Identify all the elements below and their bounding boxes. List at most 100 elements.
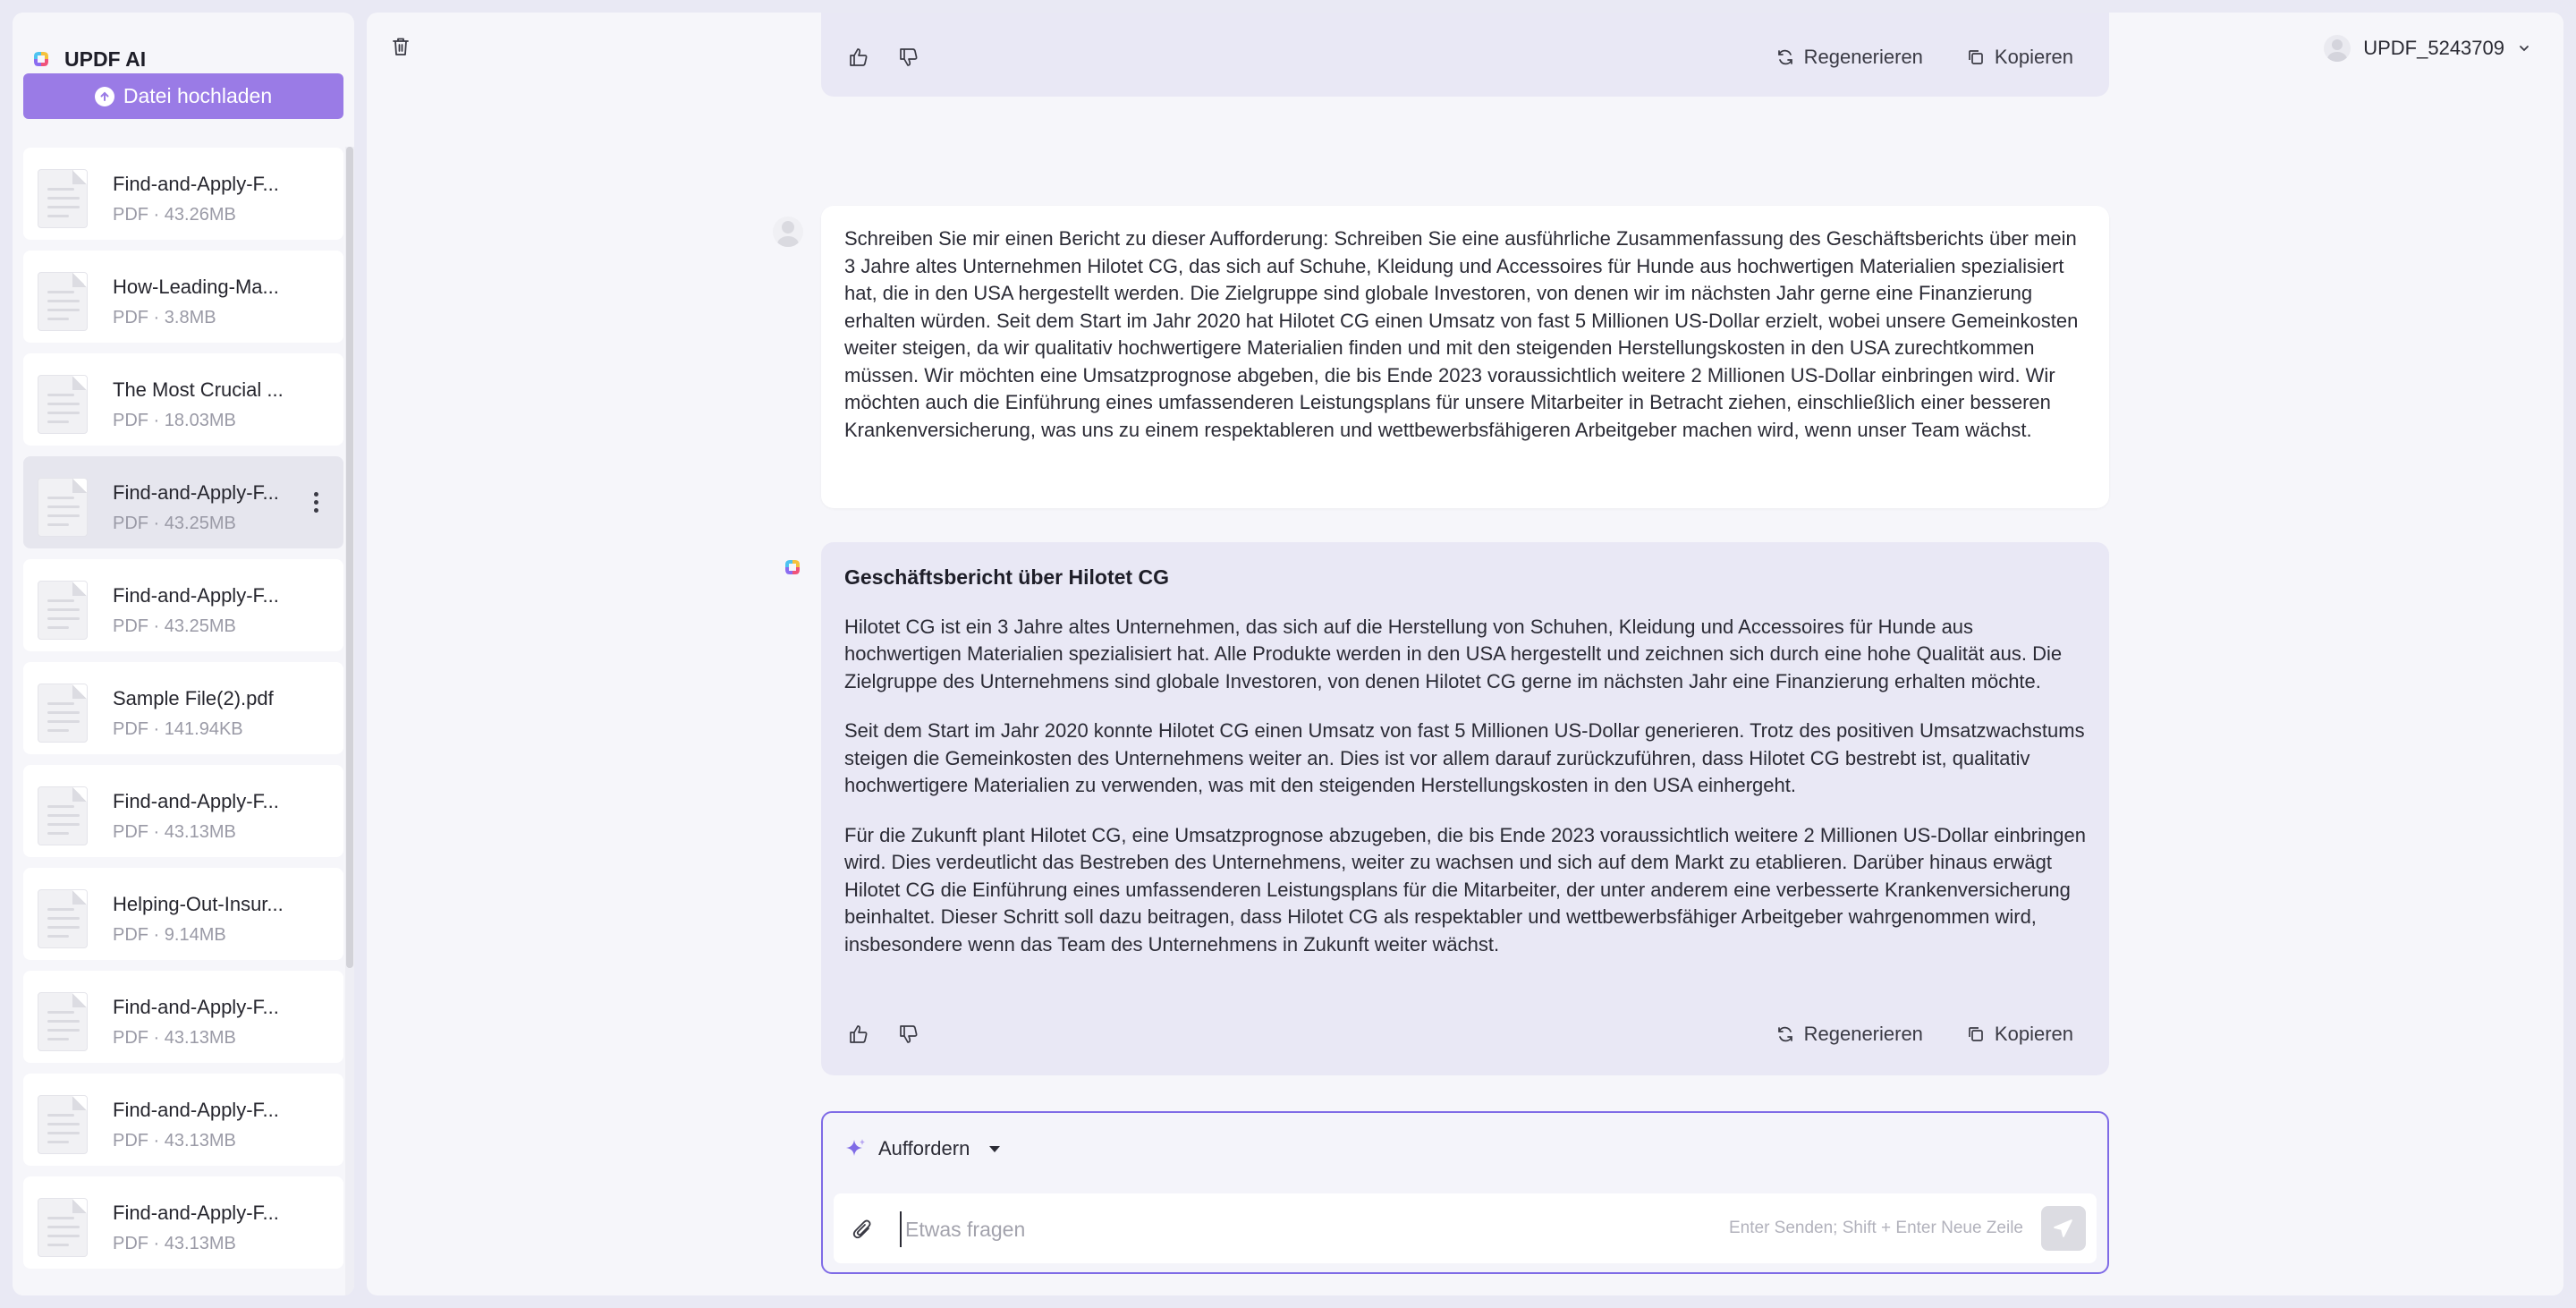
updf-ai-avatar-icon [785, 560, 800, 574]
file-item[interactable]: Find-and-Apply-F... PDF · 43.13MB [23, 1074, 343, 1166]
file-meta: PDF · 141.94KB [113, 719, 243, 739]
file-item[interactable]: Find-and-Apply-F... PDF · 43.13MB [23, 765, 343, 857]
updf-logo-icon [34, 52, 48, 66]
response-paragraph: Hilotet CG ist ein 3 Jahre altes Unterne… [844, 615, 2063, 692]
file-name: The Most Crucial ... [113, 378, 284, 401]
pdf-file-icon [38, 169, 88, 228]
user-message: Schreiben Sie mir einen Bericht zu diese… [821, 206, 2109, 508]
response-paragraph: Seit dem Start im Jahr 2020 konnte Hilot… [844, 719, 2085, 796]
file-meta: PDF · 43.13MB [113, 822, 236, 842]
file-item[interactable]: The Most Crucial ... PDF · 18.03MB [23, 353, 343, 446]
user-message-text: Schreiben Sie mir einen Bericht zu diese… [844, 227, 2079, 441]
pdf-file-icon [38, 272, 88, 331]
file-name: Find-and-Apply-F... [113, 173, 279, 195]
file-name: Find-and-Apply-F... [113, 1099, 279, 1121]
caret-down-icon [989, 1145, 1001, 1152]
copy-button[interactable]: Kopieren [1966, 1023, 2073, 1046]
ask-input[interactable] [900, 1211, 1705, 1247]
paperclip-icon[interactable] [850, 1217, 877, 1244]
chat-panel: UPDF_5243709 Regenerieren Kopieren Schre… [367, 13, 2563, 1295]
regenerate-label: Regenerieren [1803, 1023, 1923, 1045]
copy-label: Kopieren [1994, 46, 2073, 68]
file-meta: PDF · 43.26MB [113, 205, 236, 225]
file-meta: PDF · 43.13MB [113, 1131, 236, 1151]
file-item-selected[interactable]: Find-and-Apply-F... PDF · 43.25MB [23, 456, 343, 548]
file-meta: PDF · 43.13MB [113, 1234, 236, 1253]
file-name: Find-and-Apply-F... [113, 584, 279, 607]
input-box: Enter Senden; Shift + Enter Neue Zeile [834, 1193, 2097, 1263]
refresh-icon [1777, 1026, 1792, 1042]
file-name: Find-and-Apply-F... [113, 481, 279, 504]
file-name: Find-and-Apply-F... [113, 1202, 279, 1224]
thumbs-down-icon[interactable] [896, 1022, 921, 1047]
prompt-mode-select[interactable]: Auffordern [844, 1133, 1001, 1165]
file-item[interactable]: Find-and-Apply-F... PDF · 43.25MB [23, 559, 343, 651]
pdf-file-icon [38, 1095, 88, 1154]
file-name: Find-and-Apply-F... [113, 996, 279, 1018]
copy-icon [1969, 50, 1983, 64]
more-options-icon[interactable] [313, 492, 318, 513]
pdf-file-icon [38, 684, 88, 743]
response-paragraph: Für die Zukunft plant Hilotet CG, eine U… [844, 823, 2086, 956]
thumbs-down-icon[interactable] [896, 45, 921, 70]
pdf-file-icon [38, 992, 88, 1051]
regenerate-button[interactable]: Regenerieren [1775, 1023, 1923, 1046]
upload-file-label: Datei hochladen [123, 84, 273, 107]
chevron-down-icon [2520, 46, 2529, 52]
regenerate-button[interactable]: Regenerieren [1775, 46, 1923, 69]
sparkle-icon [846, 1139, 865, 1156]
file-item[interactable]: Helping-Out-Insur... PDF · 9.14MB [23, 868, 343, 960]
file-meta: PDF · 43.13MB [113, 1028, 236, 1048]
file-meta: PDF · 43.25MB [113, 616, 236, 636]
file-name: Find-and-Apply-F... [113, 790, 279, 812]
pdf-file-icon [38, 581, 88, 640]
pdf-file-icon [38, 1198, 88, 1257]
user-menu[interactable]: UPDF_5243709 [2324, 30, 2531, 66]
copy-icon [1969, 1027, 1983, 1041]
file-name: Sample File(2).pdf [113, 687, 274, 709]
upload-file-button[interactable]: Datei hochladen [23, 73, 343, 119]
shortcut-hint: Enter Senden; Shift + Enter Neue Zeile [1728, 1219, 2023, 1237]
file-meta: PDF · 9.14MB [113, 925, 226, 945]
regenerate-label: Regenerieren [1803, 46, 1923, 68]
ai-response-body: Geschäftsbericht über Hilotet CG Hilotet… [844, 564, 2086, 958]
send-icon [2054, 1219, 2072, 1237]
pdf-file-icon [38, 375, 88, 434]
avatar [2324, 35, 2351, 62]
file-item[interactable]: Sample File(2).pdf PDF · 141.94KB [23, 662, 343, 754]
file-item[interactable]: Find-and-Apply-F... PDF · 43.13MB [23, 971, 343, 1063]
message-actions: Regenerieren Kopieren [846, 39, 2073, 75]
composer: Auffordern Enter Senden; Shift + Enter N… [821, 1111, 2109, 1274]
send-button[interactable] [2041, 1206, 2086, 1251]
copy-button[interactable]: Kopieren [1966, 46, 2073, 69]
user-avatar [773, 217, 803, 247]
thumbs-up-icon[interactable] [846, 1022, 871, 1047]
file-name: Helping-Out-Insur... [113, 893, 284, 915]
file-name: How-Leading-Ma... [113, 276, 279, 298]
message-actions: Regenerieren Kopieren [846, 1016, 2073, 1052]
refresh-icon [1777, 49, 1792, 65]
trash-icon[interactable] [388, 34, 413, 59]
file-item[interactable]: Find-and-Apply-F... PDF · 43.26MB [23, 148, 343, 240]
scrollbar-thumb[interactable] [346, 147, 353, 968]
file-list: Find-and-Apply-F... PDF · 43.26MB How-Le… [23, 148, 347, 1279]
file-item[interactable]: How-Leading-Ma... PDF · 3.8MB [23, 251, 343, 343]
user-name: UPDF_5243709 [2363, 37, 2504, 59]
ai-response: Geschäftsbericht über Hilotet CG Hilotet… [821, 542, 2109, 1075]
response-title: Geschäftsbericht über Hilotet CG [844, 565, 1169, 589]
file-meta: PDF · 18.03MB [113, 411, 236, 430]
file-meta: PDF · 43.25MB [113, 514, 236, 533]
app-title: UPDF AI [64, 47, 147, 71]
ai-message-previous: Regenerieren Kopieren [821, 13, 2109, 97]
sidebar: UPDF AI Datei hochladen Find-and-Apply-F… [13, 13, 354, 1295]
brand: UPDF AI [30, 41, 146, 77]
copy-label: Kopieren [1994, 1023, 2073, 1045]
pdf-file-icon [38, 478, 88, 537]
prompt-mode-label: Auffordern [878, 1137, 970, 1159]
pdf-file-icon [38, 786, 88, 845]
thumbs-up-icon[interactable] [846, 45, 871, 70]
file-item[interactable]: Find-and-Apply-F... PDF · 43.13MB [23, 1176, 343, 1269]
pdf-file-icon [38, 889, 88, 948]
upload-icon [94, 86, 114, 106]
file-meta: PDF · 3.8MB [113, 308, 216, 327]
